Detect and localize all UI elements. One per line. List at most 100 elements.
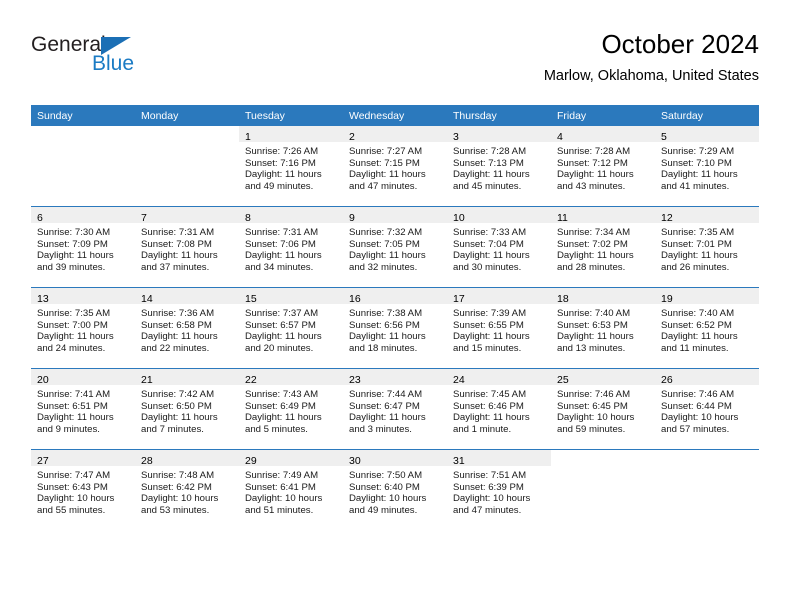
calendar-day-cell[interactable]: 23 Sunrise: 7:44 AM Sunset: 6:47 PM Dayligh…: [343, 368, 447, 450]
daylight-text-line2: and 7 minutes.: [141, 423, 204, 435]
daylight-text-line2: and 22 minutes.: [141, 342, 210, 354]
day-number: 23: [349, 374, 361, 386]
daylight-text-line2: and 37 minutes.: [141, 261, 210, 273]
day-number: 26: [661, 374, 673, 386]
day-number: 5: [661, 131, 667, 143]
calendar-day-cell[interactable]: 25 Sunrise: 7:46 AM Sunset: 6:45 PM Dayligh…: [551, 368, 655, 450]
day-cell-inner: [551, 450, 655, 530]
weekday-header-sunday: Sunday: [31, 105, 135, 126]
day-number-band: 14: [135, 288, 239, 305]
daylight-text-line1: Daylight: 11 hours: [661, 169, 738, 181]
calendar-day-cell[interactable]: 30 Sunrise: 7:50 AM Sunset: 6:40 PM Dayligh…: [343, 449, 447, 530]
calendar-day-cell[interactable]: 9 Sunrise: 7:32 AM Sunset: 7:05 PM Daylight…: [343, 206, 447, 288]
calendar-day-cell[interactable]: 8 Sunrise: 7:31 AM Sunset: 7:06 PM Daylight…: [239, 206, 343, 288]
day-number: 9: [349, 212, 355, 224]
sunrise-text: Sunrise: 7:31 AM: [141, 227, 215, 238]
calendar-day-cell[interactable]: 17 Sunrise: 7:39 AM Sunset: 6:55 PM Dayligh…: [447, 287, 551, 369]
daylight-text-line2: and 51 minutes.: [245, 504, 314, 516]
day-number-band: 28: [135, 450, 239, 467]
day-cell-inner: 28 Sunrise: 7:48 AM Sunset: 6:42 PM Dayligh…: [135, 450, 239, 530]
day-details: Sunrise: 7:33 AM Sunset: 7:04 PM Daylight:…: [447, 223, 551, 273]
weekday-header-row: Sunday Monday Tuesday Wednesday Thursday…: [31, 105, 759, 126]
daylight-text-line1: Daylight: 11 hours: [37, 412, 114, 424]
daylight-text-line2: and 45 minutes.: [453, 180, 522, 192]
day-number: 3: [453, 131, 459, 143]
day-details: Sunrise: 7:27 AM Sunset: 7:15 PM Daylight:…: [343, 142, 447, 192]
generalblue-logo[interactable]: General Blue: [31, 34, 181, 80]
calendar-day-cell[interactable]: 7 Sunrise: 7:31 AM Sunset: 7:08 PM Daylight…: [135, 206, 239, 288]
day-number: 19: [661, 293, 673, 305]
calendar-day-cell[interactable]: 3 Sunrise: 7:28 AM Sunset: 7:13 PM Daylight…: [447, 126, 551, 207]
sunrise-text: Sunrise: 7:31 AM: [245, 227, 319, 238]
sunrise-text: Sunrise: 7:30 AM: [37, 227, 111, 238]
day-details: Sunrise: 7:49 AM Sunset: 6:41 PM Daylight:…: [239, 466, 343, 516]
calendar-day-cell[interactable]: 22 Sunrise: 7:43 AM Sunset: 6:49 PM Dayligh…: [239, 368, 343, 450]
calendar-body: 1 Sunrise: 7:26 AM Sunset: 7:16 PM Daylight…: [31, 126, 759, 530]
calendar-day-cell[interactable]: 26 Sunrise: 7:46 AM Sunset: 6:44 PM Dayligh…: [655, 368, 759, 450]
calendar-day-cell[interactable]: 12 Sunrise: 7:35 AM Sunset: 7:01 PM Dayligh…: [655, 206, 759, 288]
calendar-day-cell[interactable]: 14 Sunrise: 7:36 AM Sunset: 6:58 PM Dayligh…: [135, 287, 239, 369]
logo-text-blue: Blue: [92, 52, 135, 75]
calendar-day-cell[interactable]: 1 Sunrise: 7:26 AM Sunset: 7:16 PM Daylight…: [239, 126, 343, 207]
day-details: Sunrise: 7:26 AM Sunset: 7:16 PM Daylight:…: [239, 142, 343, 192]
calendar-day-cell[interactable]: 21 Sunrise: 7:42 AM Sunset: 6:50 PM Dayligh…: [135, 368, 239, 450]
calendar-day-cell[interactable]: 19 Sunrise: 7:40 AM Sunset: 6:52 PM Dayligh…: [655, 287, 759, 369]
day-cell-inner: [655, 450, 759, 530]
calendar-day-cell[interactable]: 29 Sunrise: 7:49 AM Sunset: 6:41 PM Dayligh…: [239, 449, 343, 530]
calendar-day-cell[interactable]: 27 Sunrise: 7:47 AM Sunset: 6:43 PM Dayligh…: [31, 449, 135, 530]
calendar-week-row: 20 Sunrise: 7:41 AM Sunset: 6:51 PM Dayligh…: [31, 368, 759, 450]
calendar-day-cell[interactable]: 11 Sunrise: 7:34 AM Sunset: 7:02 PM Dayligh…: [551, 206, 655, 288]
day-cell-inner: 15 Sunrise: 7:37 AM Sunset: 6:57 PM Dayligh…: [239, 288, 343, 368]
sunrise-text: Sunrise: 7:43 AM: [245, 389, 319, 400]
day-number-band: 29: [239, 450, 343, 467]
daylight-text-line1: Daylight: 10 hours: [349, 493, 427, 505]
day-number: 10: [453, 212, 465, 224]
weekday-header-monday: Monday: [135, 105, 239, 126]
calendar-cell-empty: [551, 449, 655, 530]
day-cell-inner: 27 Sunrise: 7:47 AM Sunset: 6:43 PM Dayligh…: [31, 450, 135, 530]
calendar-day-cell[interactable]: 24 Sunrise: 7:45 AM Sunset: 6:46 PM Dayligh…: [447, 368, 551, 450]
day-number-band: 2: [343, 126, 447, 143]
calendar-day-cell[interactable]: 4 Sunrise: 7:28 AM Sunset: 7:12 PM Daylight…: [551, 126, 655, 207]
calendar-day-cell[interactable]: 5 Sunrise: 7:29 AM Sunset: 7:10 PM Daylight…: [655, 126, 759, 207]
calendar-day-cell[interactable]: 20 Sunrise: 7:41 AM Sunset: 6:51 PM Dayligh…: [31, 368, 135, 450]
calendar-day-cell[interactable]: 6 Sunrise: 7:30 AM Sunset: 7:09 PM Daylight…: [31, 206, 135, 288]
calendar-cell-empty: [655, 449, 759, 530]
sunset-text: Sunset: 6:45 PM: [557, 400, 628, 412]
daylight-text-line1: Daylight: 11 hours: [245, 331, 322, 343]
day-details: Sunrise: 7:40 AM Sunset: 6:52 PM Daylight:…: [655, 304, 759, 354]
day-number-band: 8: [239, 207, 343, 224]
calendar-day-cell[interactable]: 10 Sunrise: 7:33 AM Sunset: 7:04 PM Dayligh…: [447, 206, 551, 288]
daylight-text-line2: and 55 minutes.: [37, 504, 106, 516]
day-number-band: 19: [655, 288, 759, 305]
day-cell-inner: 24 Sunrise: 7:45 AM Sunset: 6:46 PM Dayligh…: [447, 369, 551, 449]
daylight-text-line2: and 5 minutes.: [245, 423, 308, 435]
day-number-band: 27: [31, 450, 135, 467]
daylight-text-line2: and 30 minutes.: [453, 261, 522, 273]
sunset-text: Sunset: 6:47 PM: [349, 400, 420, 412]
sunset-text: Sunset: 6:58 PM: [141, 319, 212, 331]
day-number-band: 23: [343, 369, 447, 386]
day-cell-inner: 30 Sunrise: 7:50 AM Sunset: 6:40 PM Dayligh…: [343, 450, 447, 530]
calendar-day-cell[interactable]: 13 Sunrise: 7:35 AM Sunset: 7:00 PM Dayligh…: [31, 287, 135, 369]
day-details: Sunrise: 7:46 AM Sunset: 6:44 PM Daylight:…: [655, 385, 759, 435]
day-cell-inner: 2 Sunrise: 7:27 AM Sunset: 7:15 PM Daylight…: [343, 126, 447, 206]
day-cell-inner: 3 Sunrise: 7:28 AM Sunset: 7:13 PM Daylight…: [447, 126, 551, 206]
daylight-text-line1: Daylight: 11 hours: [37, 331, 114, 343]
calendar-day-cell[interactable]: 15 Sunrise: 7:37 AM Sunset: 6:57 PM Dayligh…: [239, 287, 343, 369]
calendar-day-cell[interactable]: 16 Sunrise: 7:38 AM Sunset: 6:56 PM Dayligh…: [343, 287, 447, 369]
daylight-text-line2: and 9 minutes.: [37, 423, 100, 435]
calendar-day-cell[interactable]: 31 Sunrise: 7:51 AM Sunset: 6:39 PM Dayligh…: [447, 449, 551, 530]
day-cell-inner: 9 Sunrise: 7:32 AM Sunset: 7:05 PM Daylight…: [343, 207, 447, 287]
day-cell-inner: [135, 126, 239, 206]
calendar-day-cell[interactable]: 2 Sunrise: 7:27 AM Sunset: 7:15 PM Daylight…: [343, 126, 447, 207]
daylight-text-line2: and 11 minutes.: [661, 342, 729, 354]
sunset-text: Sunset: 7:01 PM: [661, 238, 732, 250]
day-number: 25: [557, 374, 569, 386]
sunset-text: Sunset: 6:43 PM: [37, 481, 108, 493]
calendar-day-cell[interactable]: 28 Sunrise: 7:48 AM Sunset: 6:42 PM Dayligh…: [135, 449, 239, 530]
day-number: 15: [245, 293, 257, 305]
day-number: 11: [557, 212, 568, 224]
sunset-text: Sunset: 6:55 PM: [453, 319, 524, 331]
calendar-day-cell[interactable]: 18 Sunrise: 7:40 AM Sunset: 6:53 PM Dayligh…: [551, 287, 655, 369]
